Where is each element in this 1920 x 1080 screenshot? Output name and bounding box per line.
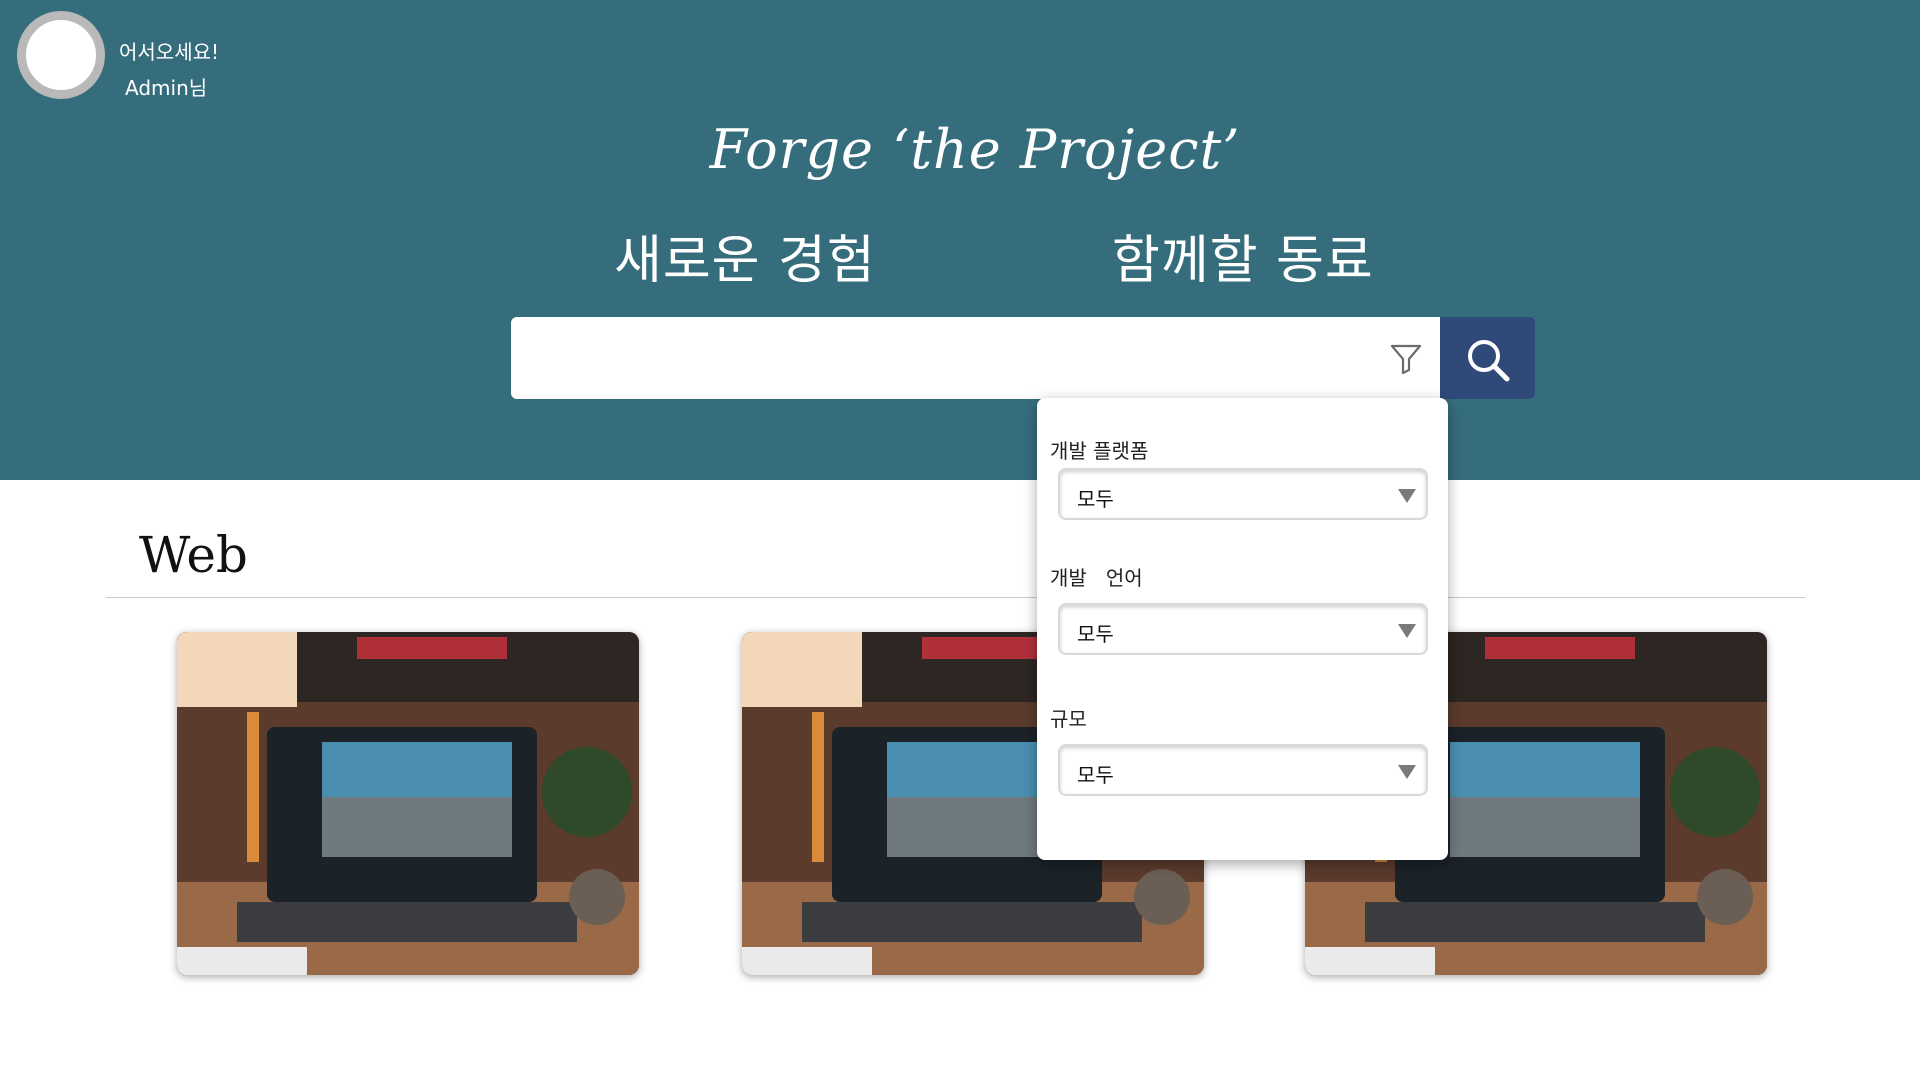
dropdown-arrow-icon	[1398, 624, 1416, 638]
project-card[interactable]	[177, 632, 639, 975]
section-divider	[106, 597, 1805, 598]
header-banner: 어서오세요! Admin님 Forge ‘the Project’ 새로운 경험…	[0, 0, 1920, 480]
greeting-username: Admin님	[125, 76, 208, 100]
search-input[interactable]	[511, 317, 1371, 399]
tagline-colleagues: 함께할 동료	[1112, 231, 1374, 291]
platform-select[interactable]: 모두	[1058, 468, 1428, 520]
platform-label: 개발 플랫폼	[1050, 439, 1149, 463]
platform-select-value: 모두	[1077, 487, 1114, 511]
language-label: 개발 언어	[1050, 566, 1143, 590]
tagline-new-experience: 새로운 경험	[614, 231, 876, 291]
dropdown-arrow-icon	[1398, 489, 1416, 503]
filter-icon[interactable]	[1389, 342, 1423, 376]
search-bar	[511, 317, 1440, 399]
brand-title: Forge ‘the Project’	[709, 118, 1241, 181]
language-select[interactable]: 모두	[1058, 603, 1428, 655]
search-button[interactable]	[1440, 317, 1535, 399]
search-icon	[1468, 340, 1510, 382]
section-title: Web	[139, 526, 248, 584]
project-image	[177, 632, 639, 975]
dropdown-arrow-icon	[1398, 765, 1416, 779]
user-greeting: 어서오세요! Admin님	[119, 34, 219, 106]
user-avatar[interactable]	[17, 11, 105, 99]
scale-select[interactable]: 모두	[1058, 744, 1428, 796]
language-select-value: 모두	[1077, 622, 1114, 646]
scale-label: 규모	[1050, 707, 1087, 731]
filter-popup: 개발 플랫폼 모두 개발 언어 모두 규모 모두	[1037, 398, 1448, 860]
scale-select-value: 모두	[1077, 763, 1114, 787]
greeting-welcome: 어서오세요!	[119, 40, 220, 64]
